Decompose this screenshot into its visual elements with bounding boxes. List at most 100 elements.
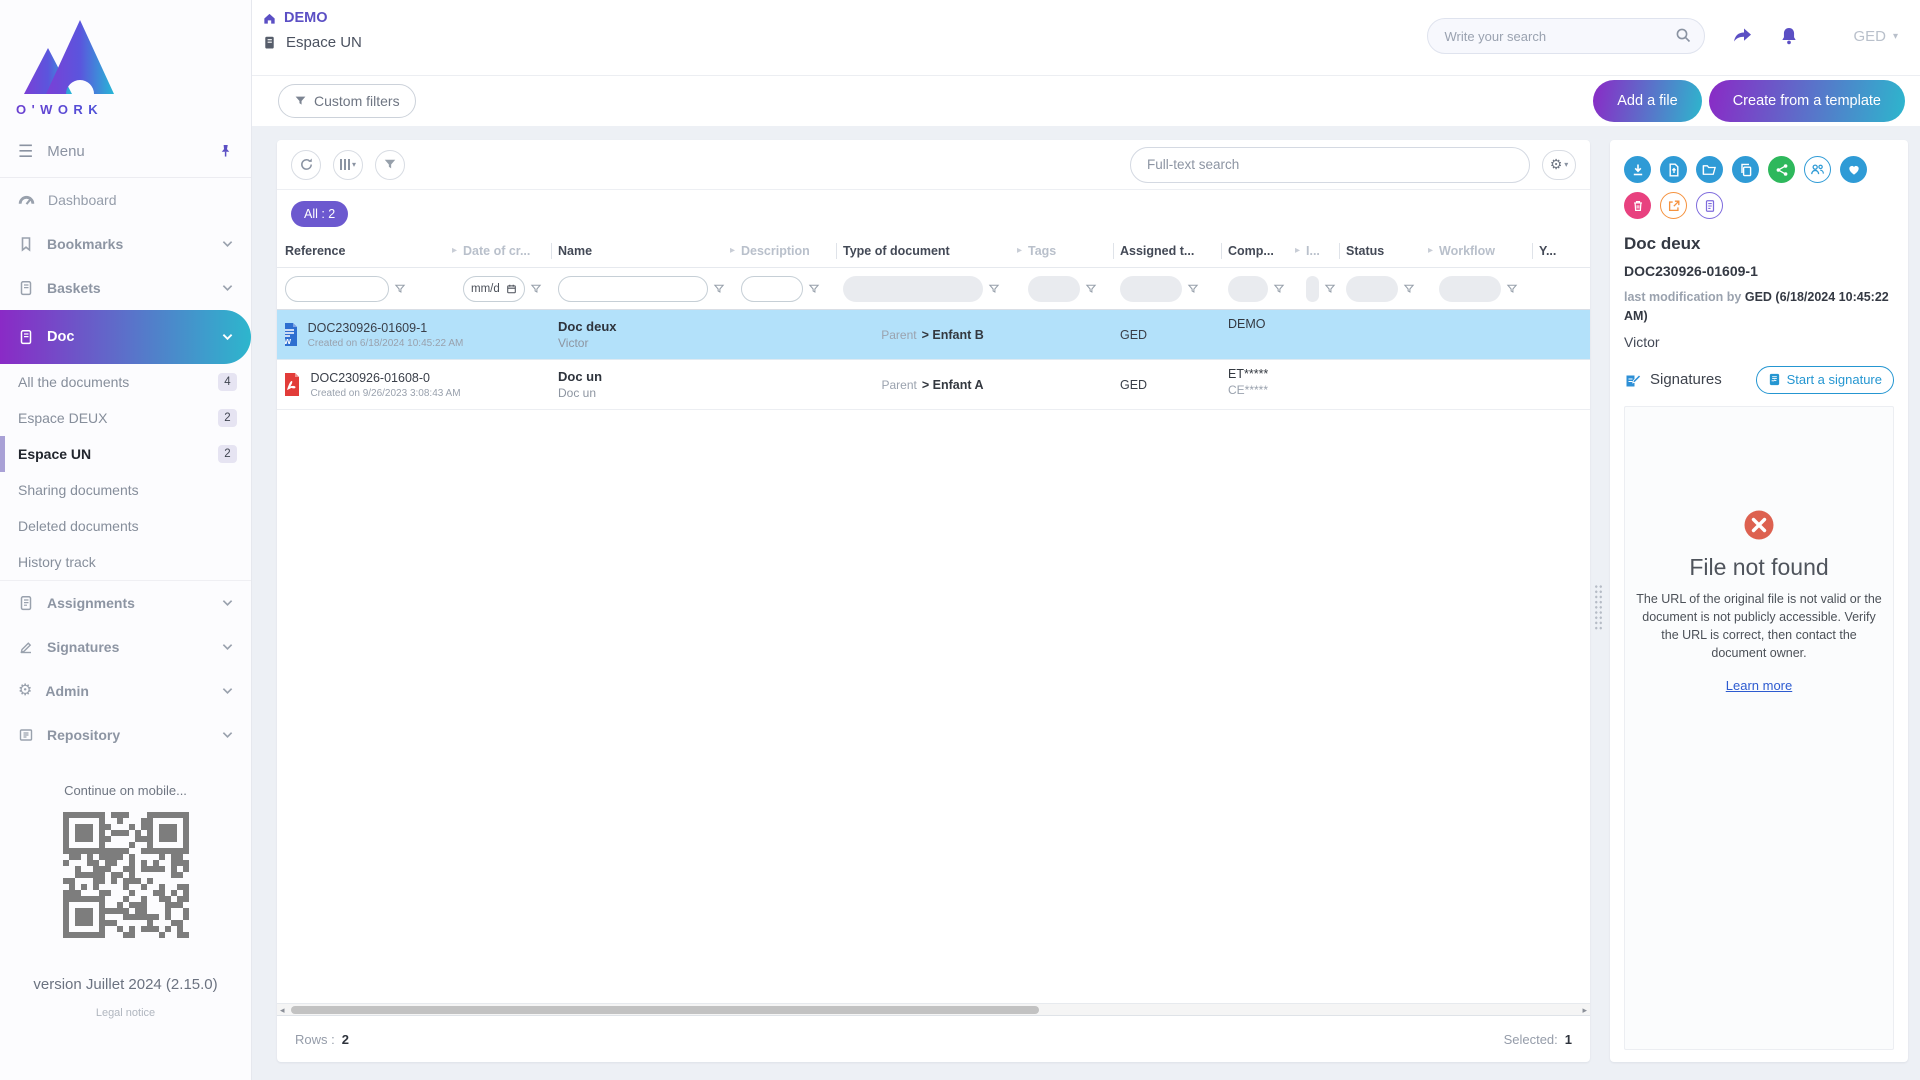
filter-funnel-icon[interactable] [988,283,1000,295]
scroll-left-arrow[interactable]: ◂ [280,1004,285,1016]
column-filter [1306,276,1346,302]
external-link-button[interactable] [1660,192,1687,219]
column-header[interactable]: Comp... ▸ [1228,234,1306,267]
sidebar-item-dashboard[interactable]: Dashboard [0,178,251,222]
filter-text-input[interactable] [285,276,389,302]
column-header[interactable]: Tags ▸ [1028,234,1120,267]
cell-description [741,310,843,359]
chevron-down-icon [222,333,233,341]
cell-tags [1028,310,1120,359]
refresh-button[interactable] [291,150,321,180]
columns-button[interactable]: ▾ [333,150,363,180]
column-filter [1439,276,1539,302]
column-arrow-icon: ▸ [448,245,457,256]
share-nodes-button[interactable] [1768,156,1795,183]
column-header[interactable]: Reference ▸ [285,234,463,267]
filter-funnel-icon[interactable] [394,283,406,295]
filter-funnel-icon[interactable] [1187,283,1199,295]
date-input[interactable] [471,283,503,295]
cell-i [1306,310,1346,359]
search-icon[interactable] [1675,27,1692,44]
legal-notice-link[interactable]: Legal notice [0,1007,251,1019]
filter-button[interactable] [375,150,405,180]
notifications-icon[interactable] [1779,26,1799,47]
type-path: > Enfant B [922,328,984,342]
column-header[interactable]: I... ▸ [1306,234,1346,267]
chevron-down-icon: ▾ [1564,160,1568,169]
sidebar-subitem[interactable]: All the documents 4 [0,364,251,400]
fulltext-search-input[interactable] [1130,147,1530,183]
filter-date-input[interactable] [463,276,525,302]
table-toolbar: ▾ ⚙ ▾ [277,140,1590,190]
count-badge: 4 [218,373,237,391]
download-button[interactable] [1624,156,1651,183]
brand-name: O'WORK [16,102,251,117]
sidebar-item-repository[interactable]: Repository [0,713,251,757]
delete-button[interactable] [1624,192,1651,219]
pin-icon[interactable] [218,144,233,159]
add-version-button[interactable] [1660,156,1687,183]
sidebar-item-baskets[interactable]: Baskets [0,266,251,310]
share-icon[interactable] [1731,26,1753,46]
all-count-badge[interactable]: All : 2 [291,201,348,227]
sidebar-subitem[interactable]: Deleted documents [0,508,251,544]
table-row[interactable]: w DOC230926-01609-1 Created on 6/18/2024… [277,310,1590,360]
filter-funnel-icon[interactable] [530,283,542,295]
column-label: Workflow [1439,244,1532,258]
brand-logo[interactable]: O'WORK [0,0,251,126]
sidebar-subitem[interactable]: History track [0,544,251,580]
sidebar-item-doc[interactable]: Doc [0,310,251,364]
filter-funnel-icon[interactable] [1085,283,1097,295]
cell-name: Doc deux Victor [558,310,741,359]
filter-funnel-icon[interactable] [1403,283,1415,295]
column-header[interactable]: Workflow ▸ [1439,234,1539,267]
start-signature-button[interactable]: Start a signature [1756,366,1894,394]
user-menu[interactable]: GED ▾ [1853,28,1898,45]
filter-funnel-icon[interactable] [1273,283,1285,295]
filter-funnel-icon[interactable] [1506,283,1518,295]
sidebar-subitem[interactable]: Espace UN 2 [0,436,251,472]
favorite-button[interactable] [1840,156,1867,183]
column-label: Type of document [843,244,1013,258]
column-header[interactable]: Status ▸ [1346,234,1439,267]
users-button[interactable] [1804,156,1831,183]
sidebar-item-signatures[interactable]: Signatures [0,625,251,669]
open-folder-button[interactable] [1696,156,1723,183]
filter-text-input[interactable] [741,276,803,302]
create-from-template-button[interactable]: Create from a template [1709,80,1905,122]
column-filter [1120,276,1228,302]
filter-funnel-icon[interactable] [1324,283,1336,295]
sidebar-item-admin[interactable]: ⚙ Admin [0,669,251,713]
filter-funnel-icon[interactable] [808,283,820,295]
sidebar-item-assignments[interactable]: Assignments [0,581,251,625]
column-header[interactable]: Description ▸ [741,234,843,267]
note-button[interactable] [1696,192,1723,219]
column-header[interactable]: Date of cr... ▸ [463,234,558,267]
table-settings-button[interactable]: ⚙ ▾ [1542,150,1576,180]
copy-button[interactable] [1732,156,1759,183]
filter-funnel-icon[interactable] [713,283,725,295]
table-row[interactable]: w DOC230926-01608-0 Created on 9/26/2023… [277,360,1590,410]
column-header[interactable]: Name ▸ [558,234,741,267]
custom-filters-button[interactable]: Custom filters [278,84,416,118]
column-header[interactable]: Type of document ▸ [843,234,1028,267]
global-search-input[interactable] [1427,18,1705,54]
scroll-right-arrow[interactable]: ▸ [1582,1004,1587,1016]
column-header[interactable]: Assigned t... ▸ [1120,234,1228,267]
learn-more-link[interactable]: Learn more [1726,678,1792,693]
sidebar-subitem[interactable]: Sharing documents [0,472,251,508]
filter-text-input[interactable] [558,276,708,302]
refresh-icon [299,157,314,172]
cell-workflow [1439,360,1539,409]
scrollbar-thumb[interactable] [291,1006,1039,1014]
count-badge: 2 [218,445,237,463]
documents-table-card: ▾ ⚙ ▾ All : 2 Reference ▸ Da [277,140,1590,1062]
sidebar-item-bookmarks[interactable]: Bookmarks [0,222,251,266]
menu-toggle[interactable]: ☰ Menu [0,126,251,178]
sidebar-subitem[interactable]: Espace DEUX 2 [0,400,251,436]
horizontal-scrollbar[interactable]: ◂ ▸ [277,1003,1590,1016]
add-file-button[interactable]: Add a file [1593,80,1701,122]
panel-resize-handle[interactable] [1594,584,1604,630]
column-header[interactable]: Y... ▸ [1539,234,1590,267]
breadcrumb-home[interactable]: DEMO [262,10,362,26]
